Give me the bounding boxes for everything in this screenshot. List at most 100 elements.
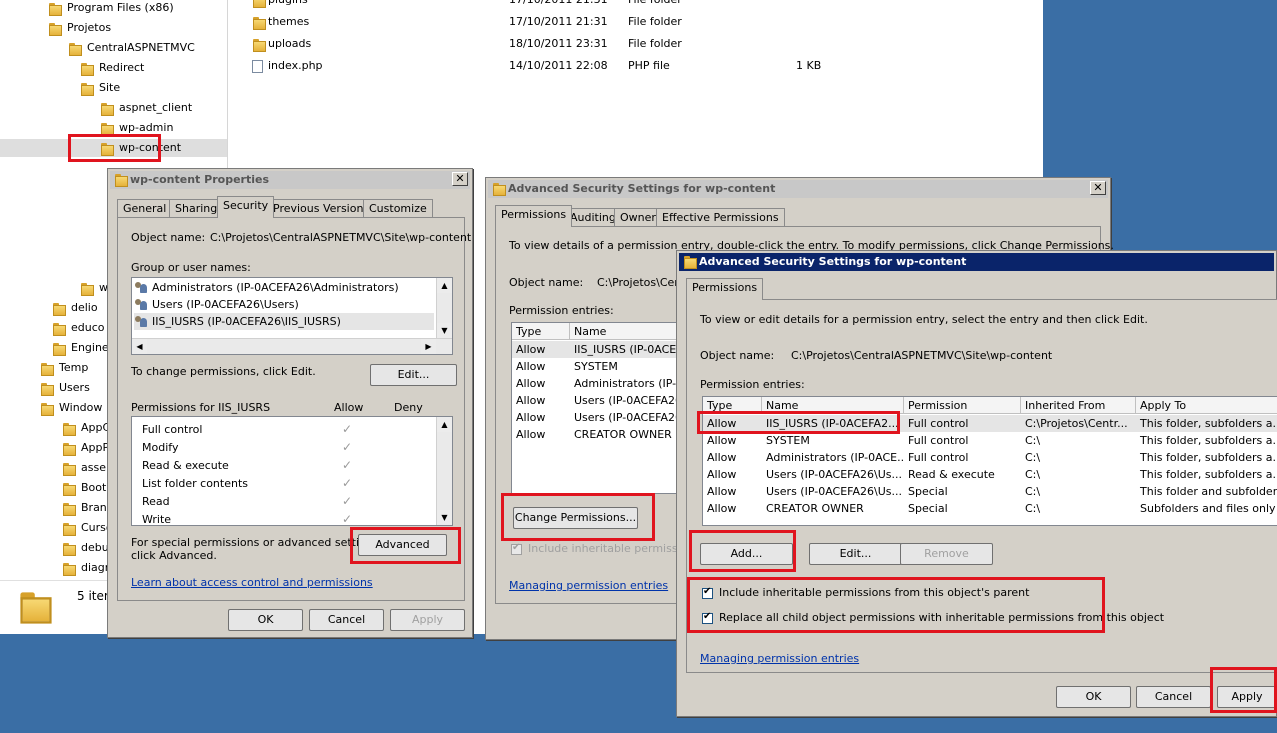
column-apply-to[interactable]: Apply To [1136,397,1277,414]
adv1-object-name-value: C:\Projetos\Cent [597,276,686,289]
properties-titlebar[interactable]: wp-content Properties ✕ [110,171,470,189]
learn-permissions-link[interactable]: Learn about access control and permissio… [131,576,373,589]
scroll-up-icon[interactable]: ▲ [437,417,452,432]
column-type[interactable]: Type [703,397,762,414]
tab-effective-permissions[interactable]: Effective Permissions [656,208,785,227]
tree-item[interactable]: Curso [62,519,113,537]
tree-item[interactable]: aspnet_client [100,99,192,117]
file-row[interactable]: index.php 14/10/2011 22:08 PHP file 1 KB [250,56,950,76]
scroll-down-icon[interactable]: ▼ [437,510,452,525]
tree-item[interactable]: Brand [62,499,114,517]
close-icon[interactable]: ✕ [1090,181,1106,195]
edit-button[interactable]: Edit... [809,543,902,565]
entry-perm: Full control [908,417,969,430]
close-icon[interactable]: ✕ [452,172,468,186]
advanced-button[interactable]: Advanced [358,534,447,556]
entry-perm: Read & execute [908,468,995,481]
file-date: 17/10/2011 21:31 [509,15,608,28]
entry-name: IIS_IUSRS (IP-0ACEFA2... [766,417,899,430]
tree-item[interactable]: Window [40,399,102,417]
tab-previous-versions[interactable]: Previous Versions [267,199,376,218]
tree-item[interactable]: Redirect [80,59,144,77]
file-row[interactable]: themes 17/10/2011 21:31 File folder [250,12,950,32]
scroll-up-icon[interactable]: ▲ [437,278,452,293]
tab-security[interactable]: Security [217,196,275,218]
vertical-scrollbar[interactable]: ▲ ▼ [436,278,452,338]
advanced-titlebar-1[interactable]: Advanced Security Settings for wp-conten… [488,180,1108,198]
edit-button[interactable]: Edit... [370,364,457,386]
change-permissions-button[interactable]: Change Permissions... [513,507,638,529]
include-inheritable-checkbox[interactable]: Include inheritable permissions from thi… [702,586,1029,599]
replace-child-checkbox[interactable]: Replace all child object permissions wit… [702,611,1164,624]
ok-button[interactable]: OK [1056,686,1131,708]
tree-item[interactable]: wp-content [0,139,227,157]
scroll-left-icon[interactable]: ◀ [132,339,147,354]
allow-check-icon: ✓ [342,476,353,490]
column-permission[interactable]: Permission [904,397,1021,414]
file-size: 1 KB [796,59,822,72]
tab-customize[interactable]: Customize [363,199,433,218]
entry-perm: Special [908,485,948,498]
tree-item[interactable]: educo [52,319,105,337]
entry-inh: C:\ [1025,502,1041,515]
adv1-managing-link[interactable]: Managing permission entries [509,579,668,592]
tree-item-label: Window [59,401,103,414]
permission-name: List folder contents [142,477,248,490]
file-name: themes [268,15,310,28]
table-row[interactable]: Allow CREATOR OWNER Special C:\ Subfolders a… [703,500,1277,517]
apply-button[interactable]: Apply [1217,686,1277,708]
remove-button[interactable]: Remove [900,543,993,565]
tree-item[interactable]: Engine [52,339,109,357]
scroll-right-icon[interactable]: ▶ [421,339,436,354]
tree-item[interactable]: Program Files (x86) [48,0,174,17]
file-row[interactable]: uploads 18/10/2011 23:31 File folder [250,34,950,54]
tree-item[interactable]: CentralASPNETMVC [68,39,195,57]
tree-item[interactable]: Boot [62,479,106,497]
advanced-titlebar-2[interactable]: Advanced Security Settings for wp-conten… [679,253,1274,271]
column-inherited-from[interactable]: Inherited From [1021,397,1136,414]
table-row[interactable]: Allow Users (IP-0ACEFA26\Us... Read & exec… [703,466,1277,483]
tree-item[interactable]: Users [40,379,90,397]
permission-name: Read [142,495,170,508]
folder-icon [100,142,114,156]
scroll-down-icon[interactable]: ▼ [437,323,452,338]
tree-item[interactable]: delio [52,299,98,317]
tree-item[interactable]: wp-admin [100,119,173,137]
entry-inh: C:\ [1025,434,1041,447]
ok-button[interactable]: OK [228,609,303,631]
file-row[interactable]: plugins 17/10/2011 21:31 File folder [250,0,950,10]
user-group-icon [134,316,148,328]
vertical-scrollbar[interactable]: ▲ ▼ [436,417,452,525]
table-row[interactable]: Allow IIS_IUSRS (IP-0ACEFA2... Full contro… [703,415,1277,432]
column-name[interactable]: Name [762,397,904,414]
horizontal-scrollbar[interactable]: ◀ ▶ [132,338,452,354]
tab-permissions[interactable]: Permissions [495,205,573,227]
apply-button[interactable]: Apply [390,609,465,631]
list-item[interactable]: Users (IP-0ACEFA26\Users) [134,296,434,313]
adv2-entries-table[interactable]: Type Name Permission Inherited From Apply To… [702,396,1277,526]
adv2-managing-link[interactable]: Managing permission entries [700,652,859,665]
tab-sharing[interactable]: Sharing [169,199,224,218]
tree-item[interactable]: w [80,279,108,297]
file-icon [252,60,263,73]
list-item[interactable]: IIS_IUSRS (IP-0ACEFA26\IIS_IUSRS) [134,313,434,330]
list-item[interactable]: Administrators (IP-0ACEFA26\Administrato… [134,279,434,296]
group-list[interactable]: Administrators (IP-0ACEFA26\Administrato… [131,277,453,355]
user-group-icon [134,282,148,294]
table-row[interactable]: Allow Administrators (IP-0ACE... Full cont… [703,449,1277,466]
cancel-button[interactable]: Cancel [309,609,384,631]
tab-owner[interactable]: Owner [614,208,662,227]
file-type: PHP file [628,59,670,72]
column-type[interactable]: Type [512,323,570,340]
folder-icon [492,182,506,196]
tree-item[interactable]: Site [80,79,120,97]
table-row[interactable]: Allow SYSTEM Full control C:\ This folder, s… [703,432,1277,449]
tab-general[interactable]: General [117,199,173,218]
table-row[interactable]: Allow Users (IP-0ACEFA26\Us... Special C:\ T… [703,483,1277,500]
add-button[interactable]: Add... [700,543,793,565]
tree-item[interactable]: Projetos [48,19,111,37]
tree-item[interactable]: Temp [40,359,88,377]
folder-icon [62,502,76,516]
cancel-button[interactable]: Cancel [1136,686,1211,708]
tab-permissions[interactable]: Permissions [686,278,764,300]
